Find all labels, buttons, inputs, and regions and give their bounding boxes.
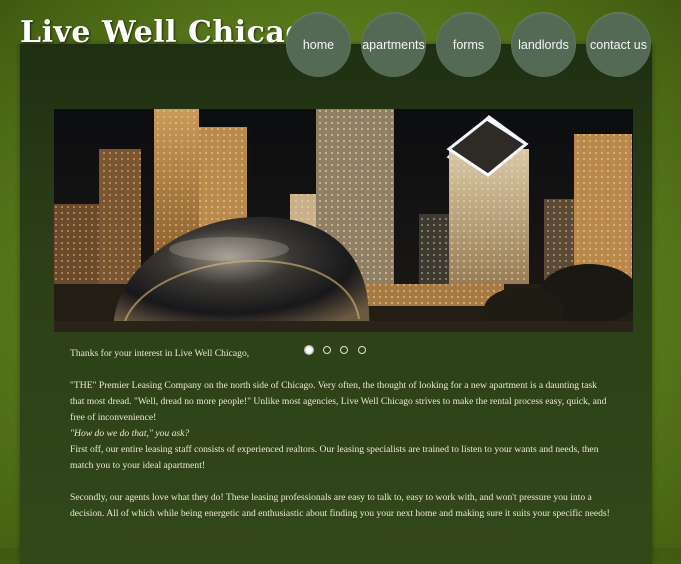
- nav-landlords-button[interactable]: landlords: [511, 12, 576, 77]
- question-text: "How do we do that," you ask?: [70, 428, 190, 439]
- hero-slideshow-image: [54, 109, 633, 332]
- nav-apartments-button[interactable]: apartments: [361, 12, 426, 77]
- first-paragraph: First off, our entire leasing staff cons…: [70, 444, 599, 471]
- nav-contact-us-button[interactable]: contact us: [586, 12, 651, 77]
- nav-home-button[interactable]: home: [286, 12, 351, 77]
- intro-text: Thanks for your interest in Live Well Ch…: [70, 346, 610, 522]
- nav-forms-button[interactable]: forms: [436, 12, 501, 77]
- greeting-text: Thanks for your interest in Live Well Ch…: [70, 348, 250, 359]
- intro-paragraph: "THE" Premier Leasing Company on the nor…: [70, 380, 607, 423]
- chicago-skyline-night-photo: [54, 109, 633, 332]
- second-paragraph: Secondly, our agents love what they do! …: [70, 492, 610, 519]
- site-title[interactable]: Live Well Chicago: [20, 14, 327, 52]
